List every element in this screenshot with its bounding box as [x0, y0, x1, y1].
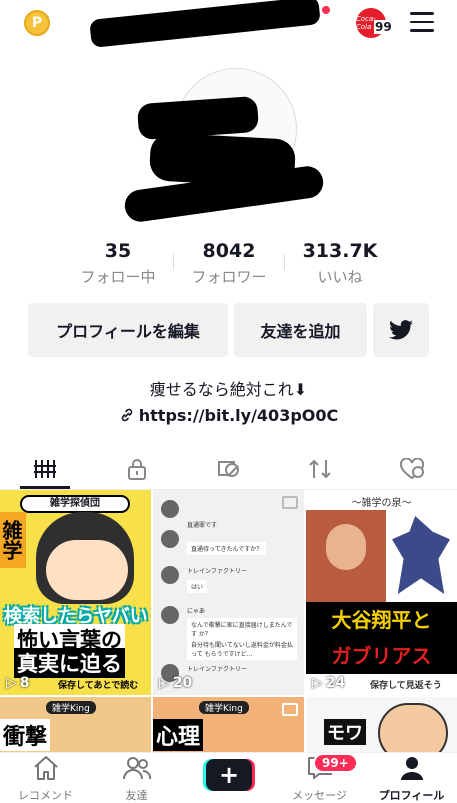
video-thumbnail[interactable]: モワ: [306, 697, 457, 752]
hidden-icon[interactable]: [213, 456, 243, 482]
chat-line: にゃあ: [187, 608, 206, 615]
view-count: ▷ 8: [6, 675, 30, 691]
nav-profile[interactable]: プロフィール: [366, 755, 457, 803]
chat-line: なんで衝撃に家に直接届けしまたんです か？: [187, 618, 297, 640]
nav-home[interactable]: レコメンド: [0, 755, 91, 803]
photo-face: [326, 524, 366, 570]
play-icon: ▷: [159, 675, 170, 691]
bio-text: 痩せるなら絶対これ⬇: [149, 380, 308, 399]
brand-badge-count: 99: [374, 20, 393, 34]
video-thumbnail[interactable]: 雑学King 心理: [153, 697, 304, 752]
video-title: 心理: [153, 719, 204, 751]
friends-icon: [122, 757, 151, 780]
video-side-title: 雑学: [0, 512, 26, 568]
twitter-button[interactable]: [373, 303, 429, 357]
chat-avatar: [161, 566, 179, 584]
chat-line: 直通罪です: [187, 522, 218, 529]
video-thumbnail[interactable]: ～雑学の泉～ 大谷翔平と ガブリアス 保存して見返そう ▷ 24: [306, 490, 457, 695]
view-count: ▷ 24: [312, 675, 346, 691]
likes-count: 313.7K: [302, 240, 378, 262]
following-label: フォロー中: [80, 268, 156, 286]
message-badge: 99+: [313, 753, 358, 773]
following-count: 35: [104, 240, 132, 262]
nav-friends[interactable]: 友達: [91, 755, 182, 803]
chat-avatar: [161, 500, 179, 518]
link-icon: [121, 408, 133, 422]
image-post-icon: [282, 703, 298, 716]
video-banner: 雑学探偵団: [20, 495, 130, 513]
video-title: モワ: [324, 719, 366, 745]
video-footer: 保存してあとで読む: [58, 681, 139, 691]
create-button[interactable]: +: [203, 759, 255, 791]
redacted-username: [89, 0, 321, 48]
stat-divider: [173, 254, 174, 270]
video-banner: 雑学King: [46, 701, 96, 714]
content-tabs: [0, 448, 457, 490]
top-bar: P Coca-Cola 99: [0, 0, 457, 48]
video-banner: ～雑学の泉～: [351, 498, 412, 509]
active-tab-indicator: [20, 486, 70, 489]
notification-dot: [322, 6, 330, 14]
coin-icon[interactable]: P: [24, 10, 50, 36]
likes-label: いいね: [317, 268, 363, 286]
cartoon-face: [46, 540, 128, 600]
chat-line: 自分待も聞いてないし返料金が料金払って もらうですけど…: [187, 638, 297, 660]
stat-followers[interactable]: 8042 フォロワー: [169, 240, 289, 287]
video-caption-3: 真実に迫る: [14, 648, 125, 678]
nav-friends-label: 友達: [125, 789, 148, 802]
bio-link-text: https://bit.ly/403pO0C: [138, 406, 339, 425]
stats-row: 35 フォロー中 8042 フォロワー 313.7K いいね: [0, 240, 457, 290]
nav-inbox-label: メッセージ: [292, 789, 347, 802]
video-caption-2: ガブリアス: [306, 638, 457, 674]
liked-icon[interactable]: [397, 456, 427, 482]
video-footer: 保存して見返そう: [370, 681, 442, 691]
profile-icon: [400, 757, 423, 780]
followers-count: 8042: [202, 240, 256, 262]
chat-line: トレインファクトリー: [187, 568, 247, 575]
nav-profile-label: プロフィール: [378, 789, 445, 802]
chat-avatar: [161, 606, 179, 624]
video-banner: 雑学King: [199, 701, 249, 714]
twitter-icon: [389, 320, 413, 340]
image-post-icon: [282, 496, 298, 509]
chat-avatar: [161, 530, 179, 548]
stat-likes[interactable]: 313.7K いいね: [280, 240, 400, 287]
bio-link[interactable]: https://bit.ly/403pO0C: [0, 406, 457, 425]
followers-label: フォロワー: [191, 268, 267, 286]
add-friends-button[interactable]: 友達を追加: [234, 303, 367, 357]
chat-line: はい: [187, 580, 208, 593]
video-title: 衝撃: [0, 719, 51, 751]
chat-line: トレインファクトリー: [187, 666, 247, 673]
video-caption-1: 大谷翔平と: [306, 602, 457, 638]
nav-home-label: レコメンド: [18, 789, 73, 802]
lock-icon[interactable]: [122, 456, 152, 482]
video-thumbnail[interactable]: 雑学探偵団 雑学 検索したらヤバい 怖い言葉の 真実に迫る 保存してあとで読む …: [0, 490, 151, 695]
view-count: ▷ 20: [159, 675, 193, 691]
bottom-nav: レコメンド 友達 + メッセージ 99+ プロフィール: [0, 752, 457, 803]
video-thumbnail[interactable]: 直通罪です 直通待ってきたんですか？ トレインファクトリー はい にゃあ なんで…: [153, 490, 304, 695]
repost-icon[interactable]: [305, 456, 335, 482]
video-grid: 雑学探偵団 雑学 検索したらヤバい 怖い言葉の 真実に迫る 保存してあとで読む …: [0, 490, 457, 752]
pokemon-figure: [392, 516, 450, 594]
menu-icon[interactable]: [410, 12, 434, 32]
videos-tab-icon[interactable]: [30, 456, 60, 482]
cartoon-face: [378, 703, 448, 752]
chat-line: 直通待ってきたんですか？: [187, 542, 267, 555]
play-icon: ▷: [6, 675, 17, 691]
home-icon: [33, 756, 58, 780]
edit-profile-button[interactable]: プロフィールを編集: [28, 303, 228, 357]
play-icon: ▷: [312, 675, 323, 691]
stat-divider: [284, 254, 285, 270]
video-thumbnail[interactable]: 雑学King 衝撃: [0, 697, 151, 752]
plus-icon: +: [206, 759, 252, 791]
stat-following[interactable]: 35 フォロー中: [58, 240, 178, 287]
